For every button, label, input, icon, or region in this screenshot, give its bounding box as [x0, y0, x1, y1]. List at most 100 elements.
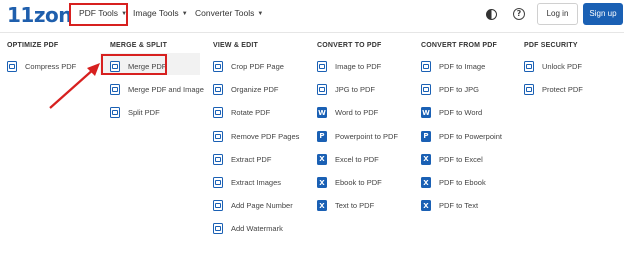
annotation-arrow-icon [49, 63, 100, 109]
menu-item-label: Unlock PDF [542, 62, 583, 72]
protect-icon [524, 84, 534, 96]
menu-item-label: Excel to PDF [335, 154, 379, 164]
menu-item-label: Crop PDF Page [231, 62, 284, 72]
menu-item-image-to-pdf[interactable]: Image to PDF [317, 55, 398, 78]
login-button[interactable]: Log in [537, 3, 578, 25]
word-icon: W [317, 107, 327, 119]
menu-item-label: Organize PDF [231, 85, 279, 95]
menu-item-pdf-to-excel[interactable]: X PDF to Excel [421, 148, 502, 171]
menu-item-word-to-pdf[interactable]: W Word to PDF [317, 101, 398, 124]
menu-item-label: PDF to Powerpoint [439, 131, 502, 141]
menu-item-label: Text to PDF [335, 201, 375, 211]
menu-item-label: PDF to JPG [439, 85, 480, 95]
split-icon [110, 107, 120, 119]
menu-item-add-watermark[interactable]: Add Watermark [213, 217, 299, 240]
menu-item-pdf-to-image[interactable]: PDF to Image [421, 55, 502, 78]
menu-item-label: Merge PDF and Image [128, 85, 204, 95]
menu-item-protect-pdf[interactable]: Protect PDF [524, 78, 583, 101]
column-convert-from-pdf: CONVERT FROM PDF PDF to Image PDF to JPG… [421, 42, 502, 217]
excel-icon: X [317, 153, 327, 165]
menu-item-remove-pdf-pages[interactable]: Remove PDF Pages [213, 125, 299, 148]
watermark-icon [213, 223, 223, 235]
menu-item-rotate-pdf[interactable]: Rotate PDF [213, 101, 299, 124]
menu-item-label: PDF to Word [439, 108, 483, 118]
image-icon [421, 61, 431, 73]
arrow-shaft [49, 67, 96, 109]
nav-converter-tools[interactable]: Converter Tools ▼ [195, 8, 263, 18]
menu-item-excel-to-pdf[interactable]: X Excel to PDF [317, 148, 398, 171]
page-number-icon [213, 200, 223, 212]
column-heading: CONVERT TO PDF [317, 42, 382, 49]
image-icon [317, 61, 327, 73]
crop-icon [213, 61, 223, 73]
theme-toggle-icon[interactable] [486, 9, 497, 20]
rotate-icon [213, 107, 223, 119]
menu-item-split-pdf[interactable]: Split PDF [110, 101, 204, 124]
menu-item-unlock-pdf[interactable]: Unlock PDF [524, 55, 583, 78]
menu-item-label: Word to PDF [335, 108, 379, 118]
jpg-icon [421, 84, 431, 96]
extract-icon [213, 153, 223, 165]
menu-item-merge-pdf-image[interactable]: Merge PDF and Image [110, 78, 204, 101]
pdf-tools-highlight-box [69, 3, 128, 26]
column-heading: PDF SECURITY [524, 42, 578, 49]
column-heading: CONVERT FROM PDF [421, 42, 497, 49]
menu-item-pdf-to-jpg[interactable]: PDF to JPG [421, 78, 502, 101]
menu-item-label: Extract Images [231, 178, 282, 188]
menu-item-powerpoint-to-pdf[interactable]: P Powerpoint to PDF [317, 125, 398, 148]
menu-item-label: Ebook to PDF [335, 178, 382, 188]
menu-item-add-page-number[interactable]: Add Page Number [213, 194, 299, 217]
ebook-icon: X [317, 177, 327, 189]
merge-image-icon [110, 84, 120, 96]
powerpoint-icon: P [317, 130, 327, 142]
column-convert-to-pdf: CONVERT TO PDF Image to PDF JPG to PDF W… [317, 42, 398, 217]
top-navbar: 11zon PDF Tools ▼ Image Tools ▼ Converter … [0, 0, 624, 31]
column-heading: OPTIMIZE PDF [7, 42, 59, 49]
site-logo[interactable]: 11zon [7, 3, 72, 27]
nav-image-tools[interactable]: Image Tools ▼ [133, 8, 188, 18]
header-divider [0, 32, 624, 33]
excel-icon: X [421, 153, 431, 165]
menu-item-label: Image to PDF [335, 62, 382, 72]
menu-item-pdf-to-ebook[interactable]: X PDF to Ebook [421, 171, 502, 194]
extract-images-icon [213, 177, 223, 189]
column-pdf-security: PDF SECURITY Unlock PDF Protect PDF [524, 42, 583, 101]
word-icon: W [421, 107, 431, 119]
menu-item-label: PDF to Text [439, 201, 479, 211]
powerpoint-icon: P [421, 130, 431, 142]
menu-item-label: Powerpoint to PDF [335, 131, 398, 141]
menu-item-ebook-to-pdf[interactable]: X Ebook to PDF [317, 171, 398, 194]
menu-item-extract-pdf[interactable]: Extract PDF [213, 148, 299, 171]
merge-pdf-highlight-box [101, 54, 167, 75]
menu-item-label: Add Page Number [231, 201, 293, 211]
menu-item-label: PDF to Image [439, 62, 486, 72]
menu-item-organize-pdf[interactable]: Organize PDF [213, 78, 299, 101]
nav-image-tools-label: Image Tools [133, 8, 179, 18]
menu-item-label: Rotate PDF [231, 108, 271, 118]
text-icon: X [317, 200, 327, 212]
ebook-icon: X [421, 177, 431, 189]
help-icon[interactable]: ? [513, 8, 525, 20]
remove-pages-icon [213, 130, 223, 142]
menu-item-label: PDF to Ebook [439, 178, 486, 188]
menu-item-text-to-pdf[interactable]: X Text to PDF [317, 194, 398, 217]
menu-item-label: Protect PDF [542, 85, 583, 95]
chevron-down-icon: ▼ [257, 10, 264, 17]
menu-item-label: Remove PDF Pages [231, 131, 300, 141]
menu-item-extract-images[interactable]: Extract Images [213, 171, 299, 194]
menu-item-label: JPG to PDF [335, 85, 376, 95]
unlock-icon [524, 61, 534, 73]
menu-item-label: Add Watermark [231, 224, 283, 234]
menu-item-label: Extract PDF [231, 154, 272, 164]
text-icon: X [421, 200, 431, 212]
signup-button[interactable]: Sign up [583, 3, 623, 25]
menu-item-crop-pdf-page[interactable]: Crop PDF Page [213, 55, 299, 78]
organize-icon [213, 84, 223, 96]
menu-item-jpg-to-pdf[interactable]: JPG to PDF [317, 78, 398, 101]
menu-item-pdf-to-word[interactable]: W PDF to Word [421, 101, 502, 124]
compress-icon [7, 61, 17, 73]
chevron-down-icon: ▼ [181, 10, 188, 17]
jpg-icon [317, 84, 327, 96]
menu-item-pdf-to-powerpoint[interactable]: P PDF to Powerpoint [421, 125, 502, 148]
menu-item-pdf-to-text[interactable]: X PDF to Text [421, 194, 502, 217]
